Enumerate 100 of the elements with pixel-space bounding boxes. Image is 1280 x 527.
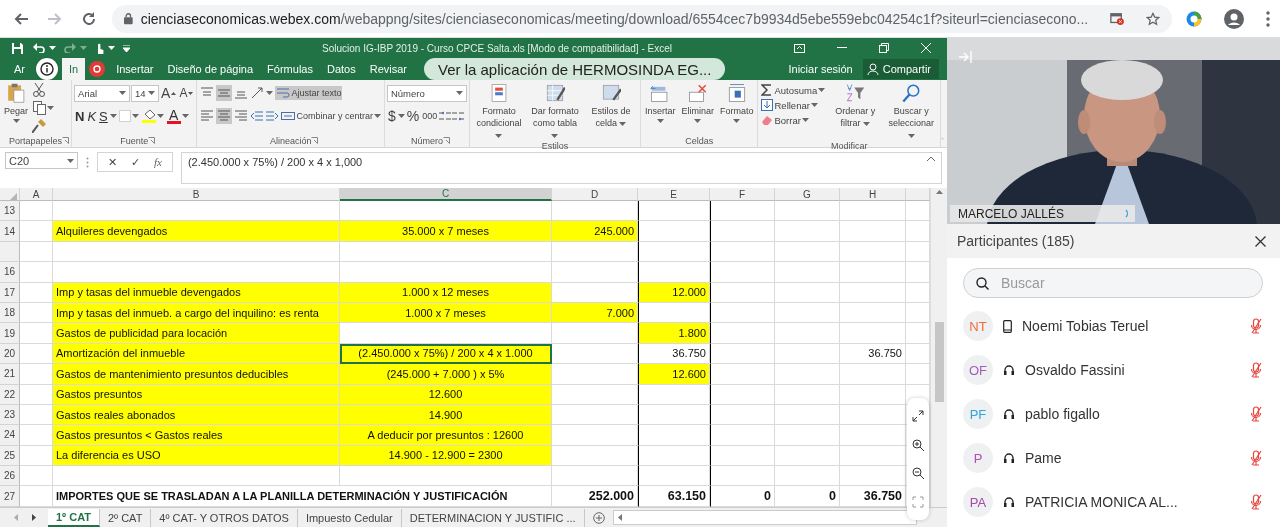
sheet-tab[interactable]: 4º CAT- Y OTROS DATOS: [151, 508, 298, 527]
font-color-button[interactable]: A: [165, 107, 190, 125]
info-button[interactable]: [36, 58, 58, 80]
sheet-tab[interactable]: 2º CAT: [100, 508, 152, 527]
clear-button[interactable]: Borrar: [760, 113, 827, 127]
align-center-button[interactable]: [216, 108, 233, 124]
scrollbar-thumb[interactable]: [934, 322, 944, 402]
ribbon-tab[interactable]: Diseño de página: [160, 58, 261, 80]
ribbon-tab[interactable]: Insertar: [109, 58, 161, 80]
formula-field[interactable]: (2.450.000 x 75%) / 200 x 4 x 1,000: [180, 152, 942, 184]
font-field[interactable]: Arial: [74, 84, 131, 102]
cancel-button[interactable]: ✕: [108, 155, 117, 169]
row-header[interactable]: 20: [0, 343, 20, 365]
underline-button[interactable]: S: [98, 107, 109, 125]
star-icon[interactable]: [1146, 10, 1160, 27]
orientation-button[interactable]: [250, 86, 275, 100]
thousands-button[interactable]: 000: [421, 110, 439, 122]
row-header[interactable]: 26: [0, 466, 20, 487]
paste-button[interactable]: Pegar: [2, 83, 31, 134]
expand-icon[interactable]: [912, 410, 924, 423]
participant-name[interactable]: Noemi Tobias Teruel: [1022, 318, 1240, 334]
merge-center-button[interactable]: Combinar y centrar: [280, 109, 382, 123]
participant-name[interactable]: pablo figallo: [1025, 406, 1240, 422]
sheet-tab[interactable]: DETERMINACION Y JUSTIFIC ...: [401, 508, 585, 527]
ribbon-tab[interactable]: In: [62, 58, 86, 80]
menu-icon[interactable]: [1266, 10, 1270, 27]
column-header[interactable]: A: [20, 188, 53, 201]
font-size-field[interactable]: 14: [131, 84, 160, 102]
extension-icon[interactable]: [1186, 10, 1202, 27]
record-button[interactable]: [89, 61, 106, 77]
ribbon-tab[interactable]: Fórmulas: [260, 58, 320, 80]
search-input[interactable]: Buscar: [999, 274, 1250, 292]
align-middle-button[interactable]: [216, 85, 233, 101]
insert-function-button[interactable]: fx: [154, 156, 162, 168]
fill-color-button[interactable]: [140, 108, 165, 124]
column-header[interactable]: E: [638, 188, 710, 201]
row-header[interactable]: 13: [0, 201, 20, 222]
column-header[interactable]: B: [53, 188, 340, 201]
sort-filter-button[interactable]: Ordenar y filtrar: [828, 83, 883, 141]
launcher-icon[interactable]: [62, 137, 70, 144]
row-header[interactable]: 21: [0, 364, 20, 385]
column-header[interactable]: F: [710, 188, 775, 201]
ribbon-tab[interactable]: Revisar: [362, 58, 414, 80]
format-painter-icon[interactable]: [32, 119, 47, 133]
borders-button[interactable]: [117, 109, 140, 123]
enter-button[interactable]: ✓: [131, 155, 140, 169]
name-box[interactable]: C20: [5, 152, 78, 169]
delete-cells-button[interactable]: Eliminar: [679, 83, 716, 134]
ribbon-tab[interactable]: Ar: [7, 58, 32, 80]
launcher-icon[interactable]: [148, 137, 156, 144]
zoom-out-icon[interactable]: [912, 467, 924, 480]
vertical-scrollbar[interactable]: [930, 188, 947, 507]
launcher-icon[interactable]: [311, 137, 319, 144]
row-header[interactable]: 18: [0, 302, 20, 324]
row-header[interactable]: 24: [0, 425, 20, 446]
touch-icon[interactable]: [95, 42, 104, 54]
add-sheet-icon[interactable]: [592, 511, 605, 524]
horizontal-scrollbar[interactable]: [612, 510, 917, 525]
participant-name[interactable]: Pame: [1025, 450, 1240, 466]
column-header[interactable]: C: [340, 188, 552, 201]
share-button[interactable]: Compartir: [862, 59, 939, 79]
blocked-popup-icon[interactable]: [1110, 11, 1125, 26]
format-cells-button[interactable]: Formato: [717, 83, 756, 134]
shrink-font-button[interactable]: A: [178, 85, 195, 101]
decrease-decimals-icon[interactable]: [452, 110, 465, 122]
ribbon-options-icon[interactable]: [794, 43, 805, 53]
row-header[interactable]: 25: [0, 445, 20, 467]
row-header[interactable]: 17: [0, 282, 20, 303]
row-header[interactable]: 23: [0, 404, 20, 426]
increase-indent-icon[interactable]: [265, 110, 280, 122]
wrap-text-button[interactable]: Ajustar texto: [275, 86, 343, 100]
bold-button[interactable]: N: [74, 107, 86, 125]
sheet-tab[interactable]: 1º CAT: [48, 508, 100, 527]
cut-icon[interactable]: [32, 83, 47, 97]
currency-button[interactable]: $: [386, 107, 397, 125]
row-header[interactable]: 16: [0, 262, 20, 283]
participant-name[interactable]: Osvaldo Fassini: [1025, 362, 1240, 378]
minimize-icon[interactable]: [837, 47, 847, 49]
cell-styles-button[interactable]: Estilos de celda: [583, 83, 638, 141]
scroll-right-icon[interactable]: [32, 514, 36, 521]
row-header[interactable]: 27: [0, 486, 20, 507]
row-header[interactable]: 22: [0, 384, 20, 405]
customize-icon[interactable]: [123, 44, 130, 52]
column-header[interactable]: D: [552, 188, 638, 201]
percent-button[interactable]: %: [405, 107, 421, 125]
copy-button[interactable]: [32, 100, 56, 116]
fill-button[interactable]: Rellenar: [760, 98, 827, 112]
insert-cells-button[interactable]: Insertar: [642, 83, 678, 134]
column-header[interactable]: G: [775, 188, 840, 201]
profile-icon[interactable]: [1224, 8, 1244, 29]
ribbon-tab[interactable]: Datos: [319, 58, 363, 80]
save-icon[interactable]: [12, 42, 23, 54]
zoom-in-icon[interactable]: [912, 438, 924, 451]
number-format-field[interactable]: Número: [386, 84, 467, 102]
decrease-indent-icon[interactable]: [250, 110, 265, 122]
grow-font-button[interactable]: A: [160, 84, 178, 102]
row-header[interactable]: 14: [0, 221, 20, 242]
sheet-tab[interactable]: Impuesto Cedular: [297, 508, 402, 527]
launcher-icon[interactable]: [442, 137, 450, 144]
format-table-button[interactable]: Dar formato como tabla: [527, 83, 582, 141]
